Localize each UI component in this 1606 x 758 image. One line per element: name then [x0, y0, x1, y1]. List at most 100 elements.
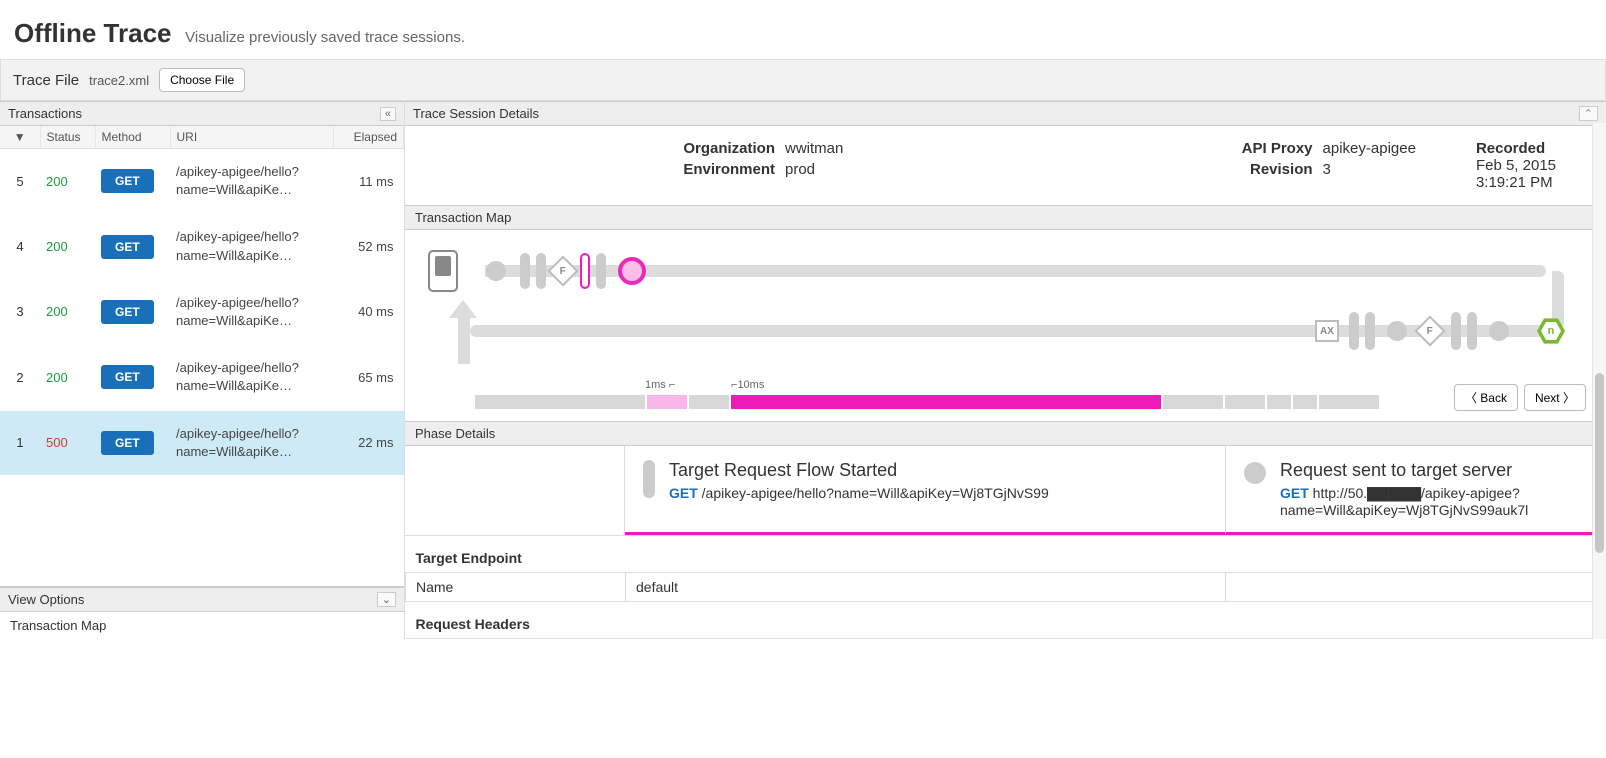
phase-target-request[interactable]: Target Request Flow Started GET /apikey-…	[625, 446, 1226, 535]
trace-file-bar: Trace File trace2.xml Choose File	[0, 59, 1606, 101]
phase-right-path: http://50.▇▇▇▇▇/apikey-apigee?name=Will&…	[1280, 485, 1528, 518]
tx-num: 4	[0, 214, 40, 279]
col-sort[interactable]: ▼	[0, 126, 40, 149]
view-options-header[interactable]: View Options ⌄	[0, 587, 404, 612]
env-value: prod	[785, 161, 815, 178]
tx-num: 2	[0, 345, 40, 410]
tx-uri: /apikey-apigee/hello?name=Will&apiKe…	[170, 149, 334, 214]
method-button[interactable]: GET	[101, 235, 154, 259]
proxy-label: API Proxy	[1203, 140, 1313, 157]
method-button[interactable]: GET	[101, 169, 154, 193]
tx-elapsed: 40 ms	[334, 279, 404, 344]
tx-status: 500	[40, 410, 95, 475]
org-label: Organization	[665, 140, 775, 157]
target-endpoint-section: Target Endpoint	[406, 536, 1606, 573]
tx-elapsed: 65 ms	[334, 345, 404, 410]
flow-step-current-icon[interactable]	[618, 257, 646, 285]
phase-circle-icon	[1244, 462, 1266, 484]
tx-elapsed: 22 ms	[334, 410, 404, 475]
flow-policy-icon[interactable]	[1349, 312, 1359, 350]
tx-num: 3	[0, 279, 40, 344]
timeline-1ms-label: 1ms ⌐	[645, 379, 675, 391]
back-button[interactable]: 〈 Back	[1454, 384, 1518, 411]
phase-request-sent[interactable]: Request sent to target server GET http:/…	[1226, 446, 1606, 535]
recorded-date: Feb 5, 2015	[1476, 157, 1556, 174]
org-value: wwitman	[785, 140, 843, 157]
choose-file-button[interactable]: Choose File	[159, 68, 245, 92]
flow-policy-icon[interactable]	[1451, 312, 1461, 350]
client-icon	[428, 250, 458, 292]
page-subtitle: Visualize previously saved trace session…	[185, 29, 465, 46]
flow-policy-icon[interactable]	[596, 253, 606, 289]
view-options-title: View Options	[8, 592, 84, 607]
flow-step-icon[interactable]	[1387, 321, 1407, 341]
flow-condition-icon[interactable]: F	[1414, 315, 1445, 346]
recorded-label: Recorded	[1476, 140, 1556, 157]
vertical-scrollbar[interactable]	[1592, 123, 1606, 639]
target-node-icon[interactable]: n	[1537, 317, 1565, 345]
transactions-header: Transactions «	[0, 101, 404, 126]
trace-file-name: trace2.xml	[89, 73, 149, 88]
collapse-left-button[interactable]: «	[380, 107, 396, 121]
phase-mid-path: /apikey-apigee/hello?name=Will&apiKey=Wj…	[702, 485, 1049, 501]
tx-uri: /apikey-apigee/hello?name=Will&apiKe…	[170, 214, 334, 279]
phase-right-method: GET	[1280, 485, 1309, 501]
tx-elapsed: 11 ms	[334, 149, 404, 214]
table-row[interactable]: 2200GET/apikey-apigee/hello?name=Will&ap…	[0, 345, 404, 410]
flow-policy-icon[interactable]	[1365, 312, 1375, 350]
view-options-toggle[interactable]: ⌄	[377, 592, 396, 607]
phase-right-title: Request sent to target server	[1280, 460, 1588, 481]
transactions-table: ▼ Status Method URI Elapsed 5200GET/apik…	[0, 126, 404, 476]
proxy-value: apikey-apigee	[1323, 140, 1416, 157]
tx-num: 5	[0, 149, 40, 214]
phase-mid-method: GET	[669, 485, 698, 501]
tx-num: 1	[0, 410, 40, 475]
tx-status: 200	[40, 214, 95, 279]
col-elapsed[interactable]: Elapsed	[334, 126, 404, 149]
method-button[interactable]: GET	[101, 431, 154, 455]
col-uri[interactable]: URI	[170, 126, 334, 149]
transaction-map: F AX F	[405, 230, 1606, 364]
rev-value: 3	[1323, 161, 1331, 178]
table-row[interactable]: 3200GET/apikey-apigee/hello?name=Will&ap…	[0, 279, 404, 344]
tx-uri: /apikey-apigee/hello?name=Will&apiKe…	[170, 410, 334, 475]
details-expand-button[interactable]: ⌃	[1579, 106, 1598, 121]
detail-table: Target Endpoint Name default Request Hea…	[405, 536, 1606, 639]
details-header: Trace Session Details ⌃	[405, 101, 1606, 126]
tx-uri: /apikey-apigee/hello?name=Will&apiKe…	[170, 345, 334, 410]
col-method[interactable]: Method	[95, 126, 170, 149]
tx-uri: /apikey-apigee/hello?name=Will&apiKe…	[170, 279, 334, 344]
method-button[interactable]: GET	[101, 365, 154, 389]
tx-status: 200	[40, 345, 95, 410]
latency-timeline[interactable]: 1ms ⌐ ⌐10ms	[475, 385, 1434, 411]
method-button[interactable]: GET	[101, 300, 154, 324]
col-status[interactable]: Status	[40, 126, 95, 149]
table-row[interactable]: 1500GET/apikey-apigee/hello?name=Will&ap…	[0, 410, 404, 475]
phase-mid-title: Target Request Flow Started	[669, 460, 1049, 481]
flow-step-icon[interactable]	[486, 261, 506, 281]
transaction-map-header: Transaction Map	[405, 205, 1606, 230]
phase-details-header: Phase Details	[405, 421, 1606, 446]
flow-policy-icon[interactable]	[536, 253, 546, 289]
view-options-item[interactable]: Transaction Map	[0, 612, 404, 639]
flow-policy-icon[interactable]	[520, 253, 530, 289]
tx-elapsed: 52 ms	[334, 214, 404, 279]
tx-status: 200	[40, 279, 95, 344]
flow-condition-icon[interactable]: F	[547, 255, 578, 286]
trace-file-label: Trace File	[13, 72, 79, 89]
rev-label: Revision	[1203, 161, 1313, 178]
flow-ax-icon[interactable]: AX	[1315, 320, 1339, 342]
table-row[interactable]: 4200GET/apikey-apigee/hello?name=Will&ap…	[0, 214, 404, 279]
flow-policy-active-icon[interactable]	[580, 253, 590, 289]
flow-policy-icon[interactable]	[1467, 312, 1477, 350]
timeline-10ms-label: ⌐10ms	[731, 379, 764, 391]
next-button[interactable]: Next 〉	[1524, 384, 1586, 411]
tx-status: 200	[40, 149, 95, 214]
arrow-up-icon	[449, 300, 477, 318]
request-headers-section: Request Headers	[406, 602, 1606, 639]
details-title: Trace Session Details	[413, 106, 539, 121]
phase-pill-icon	[643, 460, 655, 498]
flow-step-icon[interactable]	[1489, 321, 1509, 341]
recorded-time: 3:19:21 PM	[1476, 174, 1556, 191]
table-row[interactable]: 5200GET/apikey-apigee/hello?name=Will&ap…	[0, 149, 404, 214]
